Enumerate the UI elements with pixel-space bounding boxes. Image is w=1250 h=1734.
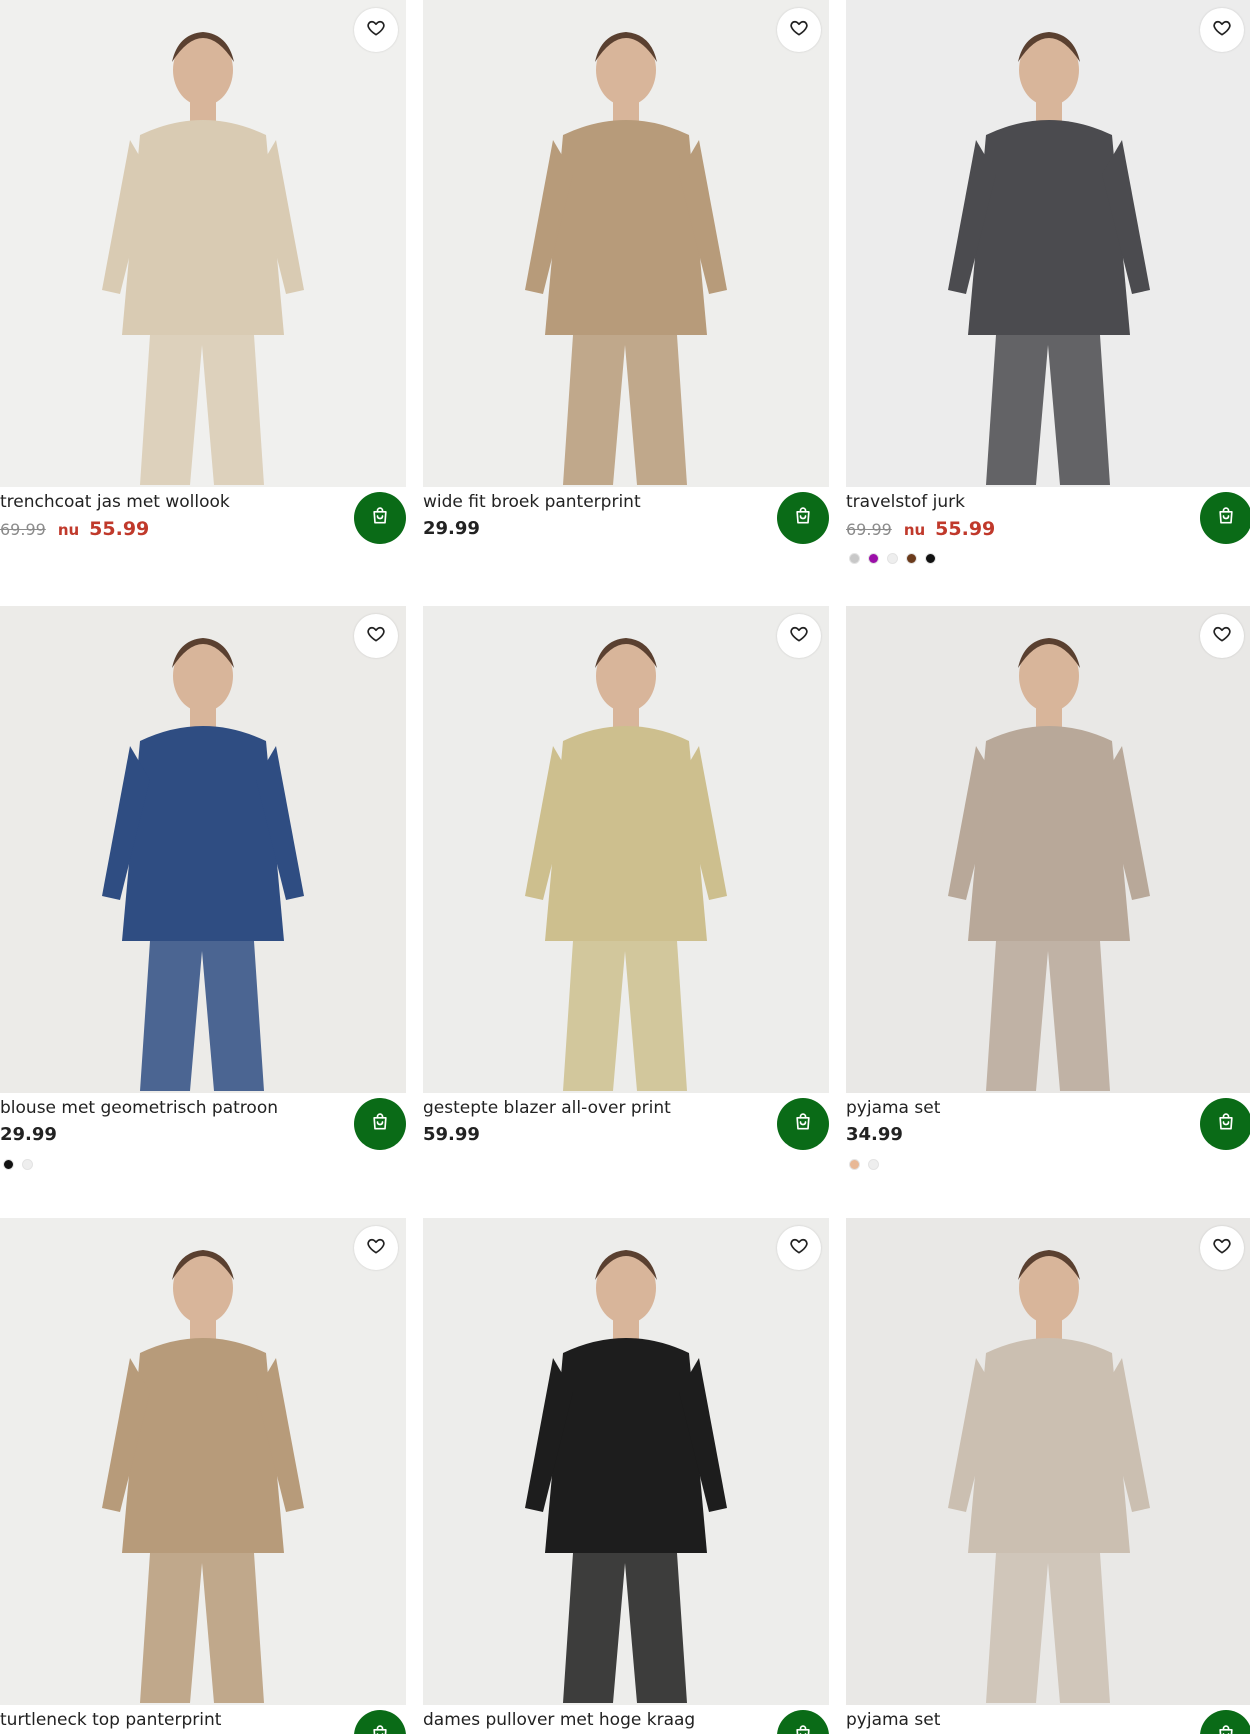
price-block: 29.99 [0,1124,57,1145]
color-swatches [849,1159,879,1170]
favorite-button[interactable] [1200,1226,1244,1270]
add-to-cart-button[interactable] [1200,1710,1250,1734]
color-swatch[interactable] [3,1159,14,1170]
sale-price: 55.99 [935,518,996,540]
favorite-button[interactable] [1200,614,1244,658]
product-title[interactable]: gestepte blazer all-over print [423,1097,763,1119]
color-swatches [3,1159,33,1170]
product-grid: trenchcoat jas met wollook 69.99 nu 55.99 w… [0,0,1250,1734]
price: 59.99 [423,1124,480,1145]
shopping-bag-icon [370,1724,390,1734]
now-label: nu [903,521,926,539]
shopping-bag-icon [793,1724,813,1734]
price-block: 59.99 [423,1124,480,1145]
shopping-bag-icon [1216,506,1236,530]
heart-icon [1212,624,1232,648]
favorite-button[interactable] [354,8,398,52]
black-pullover-photo[interactable] [423,1218,829,1705]
heart-icon [366,18,386,42]
old-price: 69.99 [846,520,892,539]
trench-coat-photo[interactable] [0,0,406,487]
add-to-cart-button[interactable] [777,1710,829,1734]
favorite-button[interactable] [1200,8,1244,52]
color-swatch[interactable] [906,553,917,564]
product-title[interactable]: blouse met geometrisch patroon [0,1097,340,1119]
heart-icon [366,624,386,648]
shopping-bag-icon [370,1112,390,1136]
shopping-bag-icon [793,506,813,530]
product-title[interactable]: dames pullover met hoge kraag [423,1709,763,1731]
heart-icon [366,1236,386,1260]
now-label: nu [57,521,80,539]
leopard-top-photo[interactable] [0,1218,406,1705]
add-to-cart-button[interactable] [777,1098,829,1150]
price: 29.99 [0,1124,57,1145]
product-title[interactable]: turtleneck top panterprint [0,1709,340,1731]
old-price: 69.99 [0,520,46,539]
color-swatch[interactable] [22,1159,33,1170]
sale-price: 55.99 [89,518,150,540]
add-to-cart-button[interactable] [777,492,829,544]
heart-icon [789,1236,809,1260]
shopping-bag-icon [1216,1112,1236,1136]
add-to-cart-button[interactable] [354,1710,406,1734]
shopping-bag-icon [370,506,390,530]
shopping-bag-icon [793,1112,813,1136]
add-to-cart-button[interactable] [1200,492,1250,544]
product-title[interactable]: pyjama set [846,1709,1186,1731]
printed-blazer-photo[interactable] [423,606,829,1093]
favorite-button[interactable] [354,1226,398,1270]
leopard-trousers-photo[interactable] [423,0,829,487]
color-swatch[interactable] [925,553,936,564]
color-swatches [849,553,936,564]
color-swatch[interactable] [868,553,879,564]
add-to-cart-button[interactable] [354,1098,406,1150]
add-to-cart-button[interactable] [1200,1098,1250,1150]
shopping-bag-icon [1216,1724,1236,1734]
heart-icon [1212,1236,1232,1260]
price-block: 29.99 [423,518,480,539]
product-title[interactable]: trenchcoat jas met wollook [0,491,340,513]
price: 34.99 [846,1124,903,1145]
favorite-button[interactable] [777,8,821,52]
price-block: 69.99 nu 55.99 [846,518,995,540]
product-title[interactable]: wide fit broek panterprint [423,491,763,513]
product-title[interactable]: travelstof jurk [846,491,1186,513]
heart-icon [789,624,809,648]
lounge-pyjama-photo[interactable] [846,1218,1250,1705]
color-swatch[interactable] [887,553,898,564]
price-block: 34.99 [846,1124,903,1145]
favorite-button[interactable] [777,614,821,658]
grey-dress-photo[interactable] [846,0,1250,487]
pyjama-set-photo[interactable] [846,606,1250,1093]
color-swatch[interactable] [849,553,860,564]
color-swatch[interactable] [849,1159,860,1170]
add-to-cart-button[interactable] [354,492,406,544]
product-title[interactable]: pyjama set [846,1097,1186,1119]
color-swatch[interactable] [868,1159,879,1170]
heart-icon [789,18,809,42]
favorite-button[interactable] [354,614,398,658]
price-block: 69.99 nu 55.99 [0,518,149,540]
price: 29.99 [423,518,480,539]
favorite-button[interactable] [777,1226,821,1270]
heart-icon [1212,18,1232,42]
geometric-blouse-photo[interactable] [0,606,406,1093]
